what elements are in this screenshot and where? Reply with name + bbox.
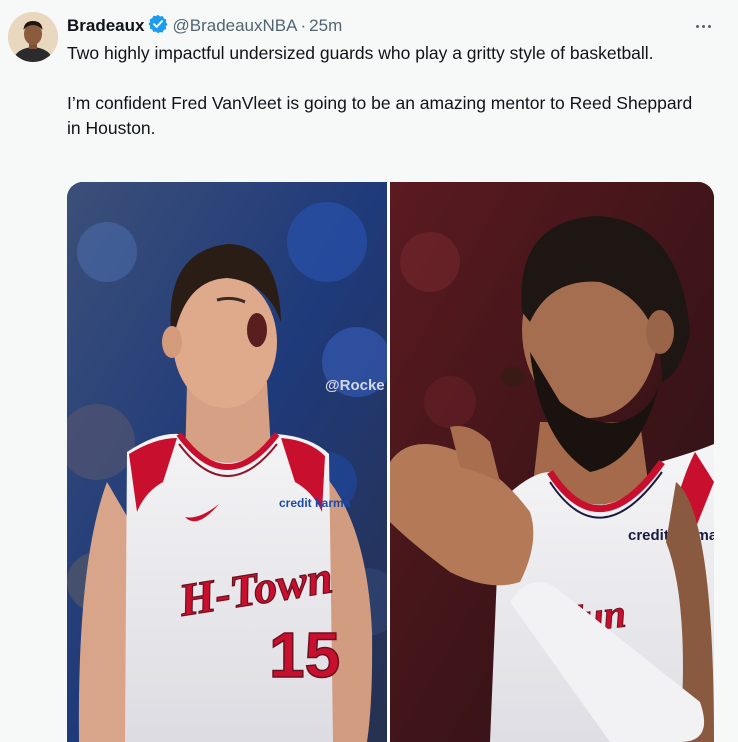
tweet-text: Two highly impactful undersized guards w…	[67, 41, 707, 141]
header-separator: ·	[300, 16, 307, 35]
left-jersey-sponsor: credit karma	[279, 496, 351, 510]
author-display-name[interactable]: Bradeaux	[67, 16, 144, 36]
author-avatar[interactable]	[8, 12, 58, 62]
media-photo-right[interactable]: credit karma Tun	[390, 182, 714, 742]
tweet-timestamp[interactable]: 25m	[309, 16, 342, 36]
tweet[interactable]: Bradeaux @BradeauxNBA · 25m Two highly i…	[0, 0, 738, 742]
tweet-paragraph-1: Two highly impactful undersized guards w…	[67, 43, 654, 63]
author-handle[interactable]: @BradeauxNBA	[172, 16, 297, 36]
left-photo-watermark: @Rocke	[325, 377, 385, 394]
more-horizontal-icon	[694, 24, 712, 28]
tweet-media[interactable]: credit karma H-Town 15 @Rocke credit	[67, 182, 714, 742]
tweet-header: Bradeaux @BradeauxNBA · 25m	[67, 14, 342, 38]
tweet-paragraph-2: I’m confident Fred VanVleet is going to …	[67, 93, 693, 138]
more-options-button[interactable]	[690, 14, 716, 38]
left-jersey-number: 15	[269, 619, 340, 691]
verified-badge-icon	[144, 14, 172, 39]
media-photo-left[interactable]: credit karma H-Town 15 @Rocke	[67, 182, 401, 742]
